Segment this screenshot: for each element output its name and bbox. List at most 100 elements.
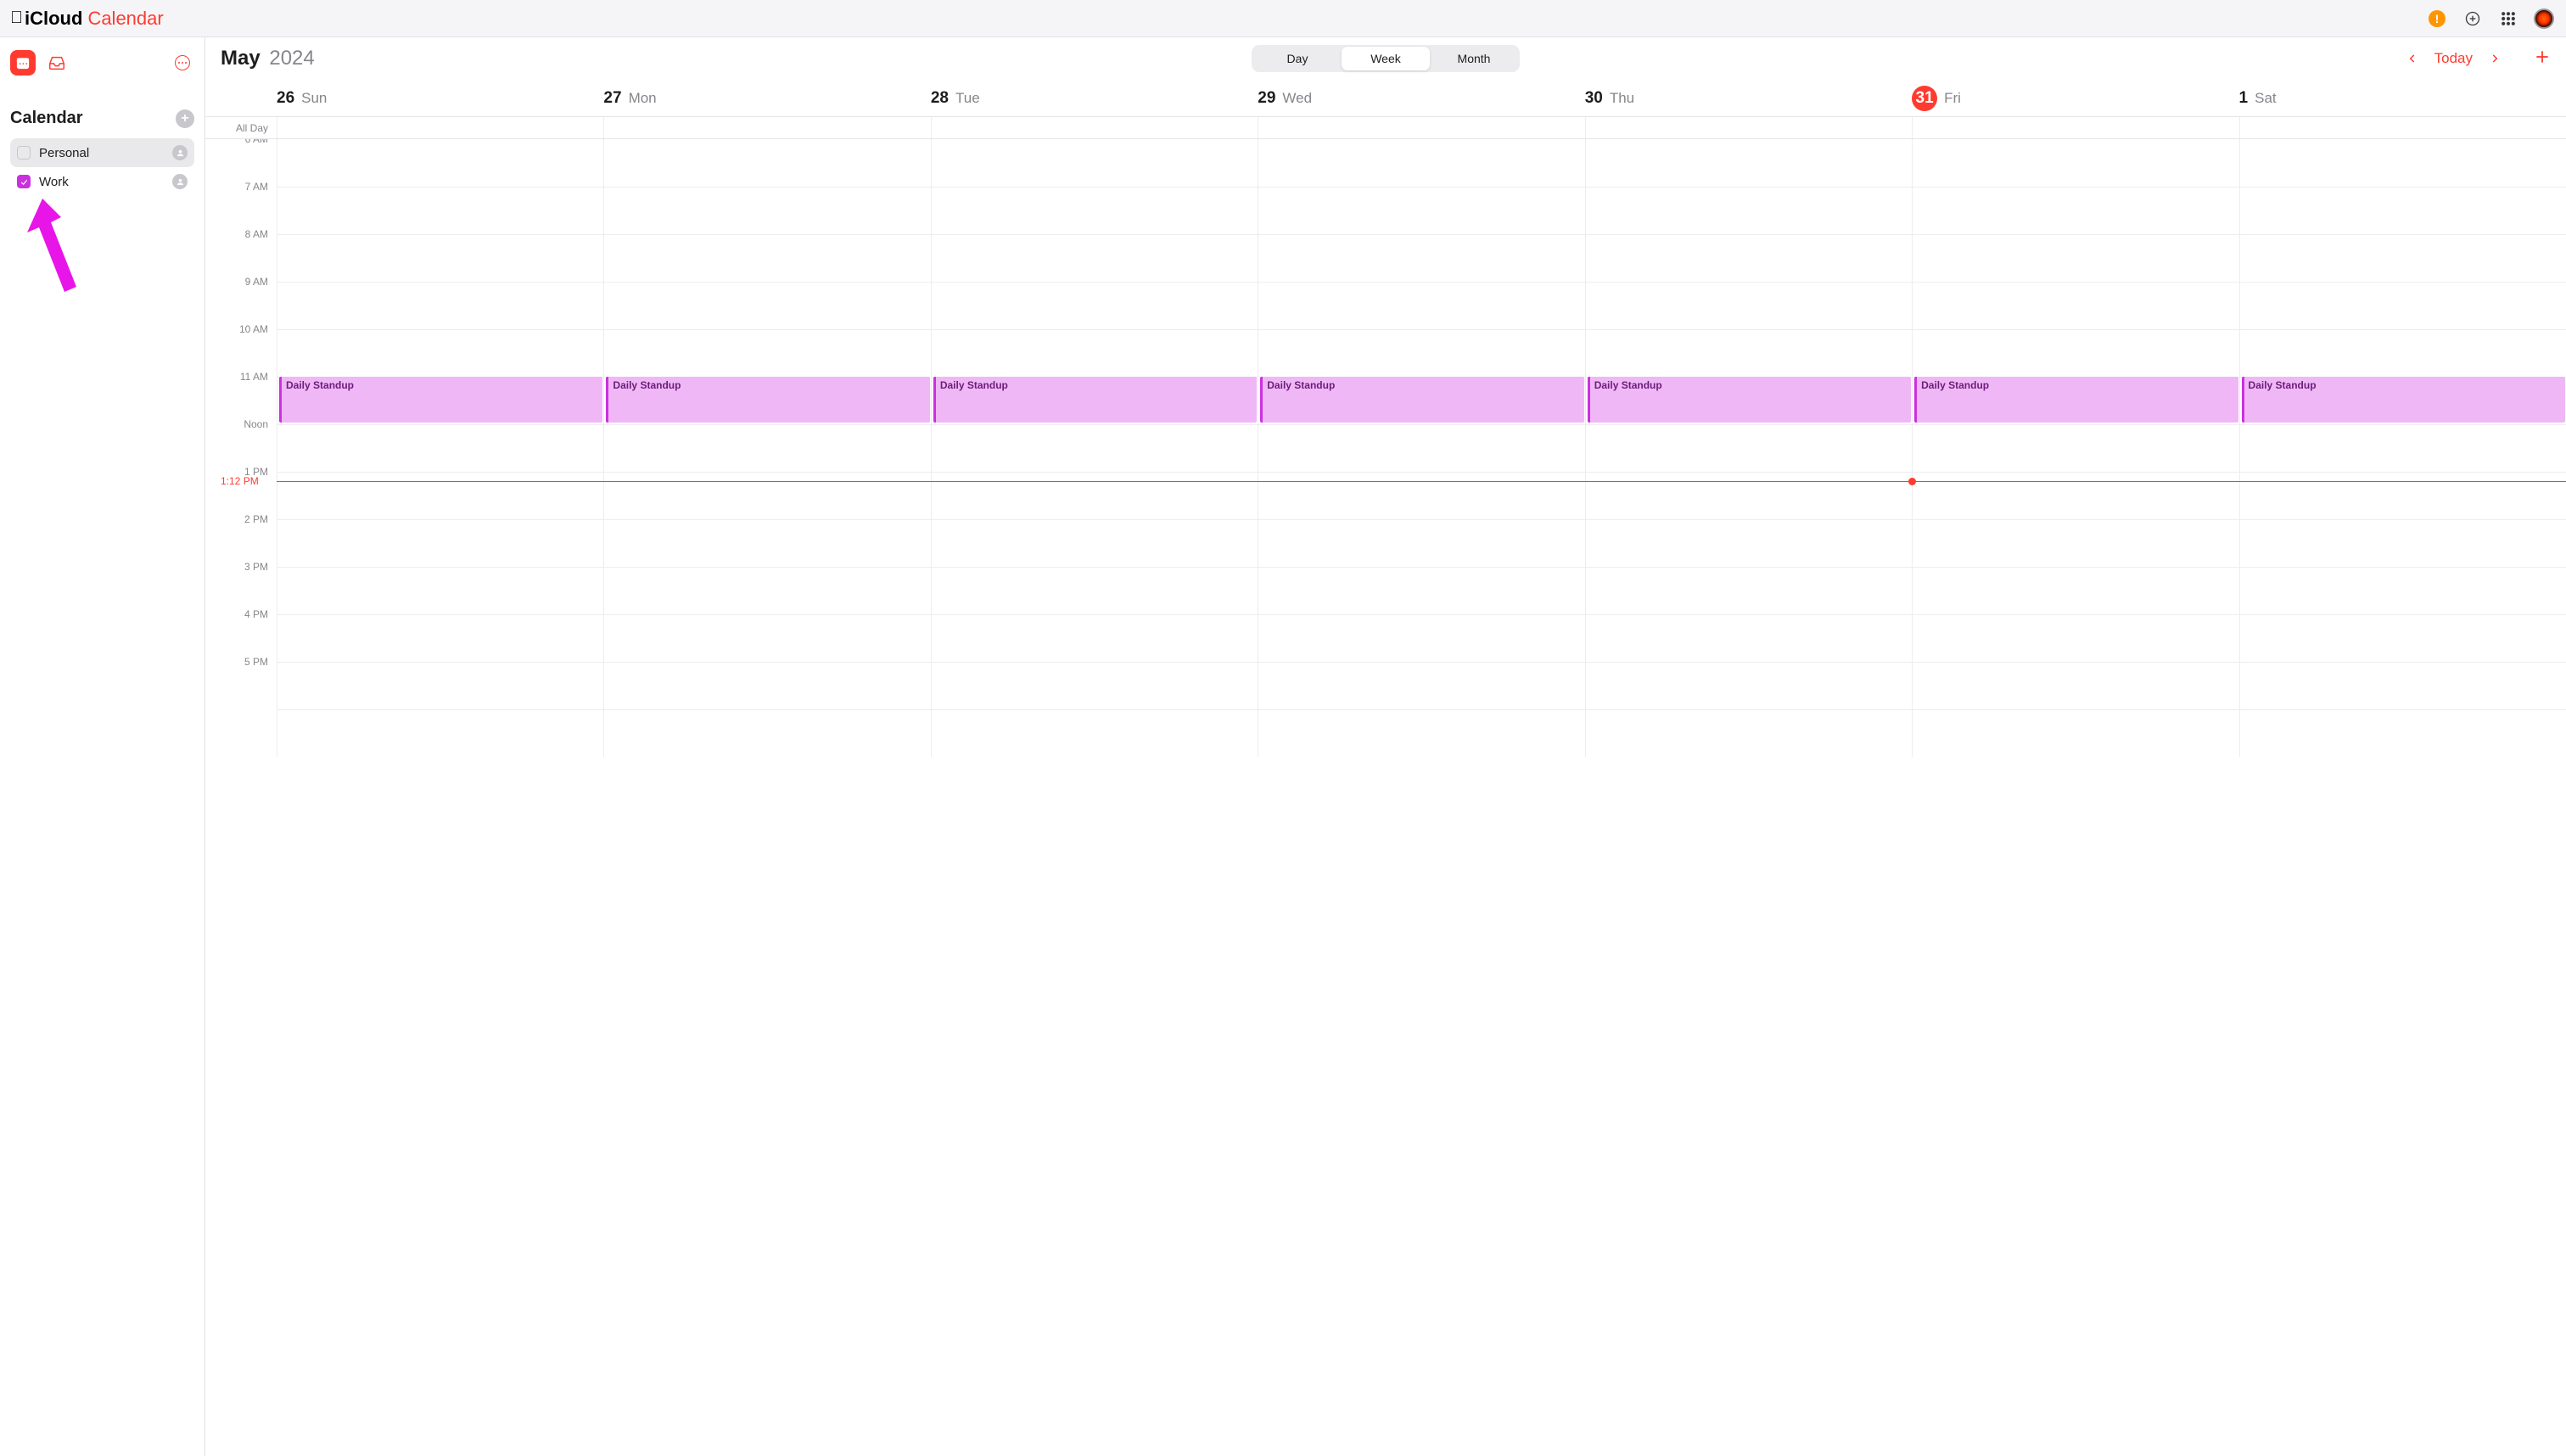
calendar-event[interactable]: Daily Standup [279,377,602,423]
calendars-section-title: Calendar [10,109,83,128]
day-name: Fri [1944,90,1961,107]
time-label: 11 AM [240,371,268,383]
time-label: 9 AM [245,276,268,288]
event-title: Daily Standup [282,377,602,394]
event-title: Daily Standup [2244,377,2565,394]
allday-cell[interactable] [1258,117,1584,138]
day-name: Sat [2255,90,2277,107]
day-number: 31 [1912,86,1937,111]
apple-logo-icon:  [10,8,23,28]
day-header[interactable]: 28 Tue [931,80,1258,116]
time-label: 2 PM [244,513,268,525]
time-label: 7 AM [245,181,268,193]
time-label: 5 PM [244,656,268,668]
inbox-icon[interactable] [44,50,70,76]
calendar-event[interactable]: Daily Standup [1588,377,1911,423]
brand-app: Calendar [87,8,163,30]
calendar-share-icon[interactable] [172,145,188,160]
next-week-button[interactable] [2486,50,2503,67]
day-number: 1 [2239,89,2249,108]
allday-cell[interactable] [1585,117,1912,138]
time-label: Noon [244,418,268,430]
calendar-visibility-checkbox[interactable] [17,146,31,160]
day-number: 30 [1585,89,1603,108]
current-year: 2024 [269,47,314,70]
avatar-icon [2534,8,2554,29]
calendar-event[interactable]: Daily Standup [1914,377,2238,423]
day-header[interactable]: 30 Thu [1585,80,1912,116]
calendar-event[interactable]: Daily Standup [1260,377,1583,423]
day-column[interactable]: Daily Standup [1258,139,1584,757]
event-title: Daily Standup [936,377,1257,394]
time-label: 3 PM [244,561,268,573]
day-name: Wed [1282,90,1312,107]
today-button[interactable]: Today [2434,50,2473,67]
calendar-item[interactable]: Work [10,167,194,196]
sidebar: Calendar + Personal Work [0,37,205,1456]
add-event-button[interactable] [2534,48,2551,70]
allday-label: All Day [205,117,277,138]
allday-cell[interactable] [931,117,1258,138]
day-number: 28 [931,89,949,108]
view-day-segment[interactable]: Day [1253,47,1342,70]
allday-cell[interactable] [1912,117,2238,138]
brand-service: iCloud [25,8,82,30]
calendar-main: May 2024 Day Week Month Today [205,37,2566,1456]
calendar-item[interactable]: Personal [10,138,194,167]
calendar-name: Personal [39,146,89,160]
day-column[interactable]: Daily Standup [1912,139,2238,757]
day-name: Mon [629,90,657,107]
day-column[interactable]: Daily Standup [1585,139,1912,757]
annotation-arrow-icon [27,199,95,300]
time-label: 1 PM [244,466,268,478]
day-name: Sun [301,90,327,107]
view-switcher: Day Week Month [1252,45,1520,72]
time-label: 6 AM [245,139,268,145]
current-month: May [221,47,261,70]
app-launcher-grid-icon[interactable] [2496,7,2520,31]
account-avatar[interactable] [2532,7,2556,31]
view-month-segment[interactable]: Month [1430,47,1518,70]
calendar-name: Work [39,175,69,189]
time-label: 8 AM [245,228,268,240]
quick-add-icon[interactable] [2461,7,2485,31]
day-header[interactable]: 26 Sun [277,80,603,116]
day-number: 26 [277,89,294,108]
day-column[interactable]: Daily Standup [2239,139,2566,757]
day-header[interactable]: 29 Wed [1258,80,1584,116]
allday-cell[interactable] [603,117,930,138]
allday-cell[interactable] [277,117,603,138]
sidebar-more-icon[interactable] [171,51,194,75]
day-number: 29 [1258,89,1275,108]
day-column[interactable]: Daily Standup [603,139,930,757]
day-header[interactable]: 27 Mon [603,80,930,116]
event-title: Daily Standup [1917,377,2238,394]
day-header-row: 26 Sun 27 Mon 28 Tue 29 Wed 30 Thu 31 Fri 1 Sat [205,80,2566,117]
calendar-share-icon[interactable] [172,174,188,189]
day-name: Thu [1610,90,1634,107]
day-column[interactable]: Daily Standup [277,139,603,757]
notifications-alert-icon[interactable]: ! [2425,7,2449,31]
calendar-event[interactable]: Daily Standup [2242,377,2565,423]
month-year-title: May 2024 [221,47,315,70]
brand[interactable]:  iCloud Calendar [10,8,164,30]
calendar-visibility-checkbox[interactable] [17,175,31,188]
event-title: Daily Standup [1590,377,1911,394]
day-header[interactable]: 1 Sat [2239,80,2566,116]
allday-row: All Day [205,117,2566,139]
calendar-event[interactable]: Daily Standup [606,377,929,423]
prev-week-button[interactable] [2404,50,2421,67]
top-header:  iCloud Calendar ! [0,0,2566,37]
view-week-segment[interactable]: Week [1342,47,1430,70]
time-label: 10 AM [239,323,268,335]
day-number: 27 [603,89,621,108]
calendar-event[interactable]: Daily Standup [933,377,1257,423]
event-title: Daily Standup [1263,377,1583,394]
add-calendar-icon[interactable]: + [176,109,194,128]
allday-cell[interactable] [2239,117,2566,138]
calendar-toolbar: May 2024 Day Week Month Today [205,37,2566,80]
day-header[interactable]: 31 Fri [1912,80,2238,116]
day-column[interactable]: Daily Standup [931,139,1258,757]
day-name: Tue [955,90,980,107]
calendar-view-icon[interactable] [10,50,36,76]
